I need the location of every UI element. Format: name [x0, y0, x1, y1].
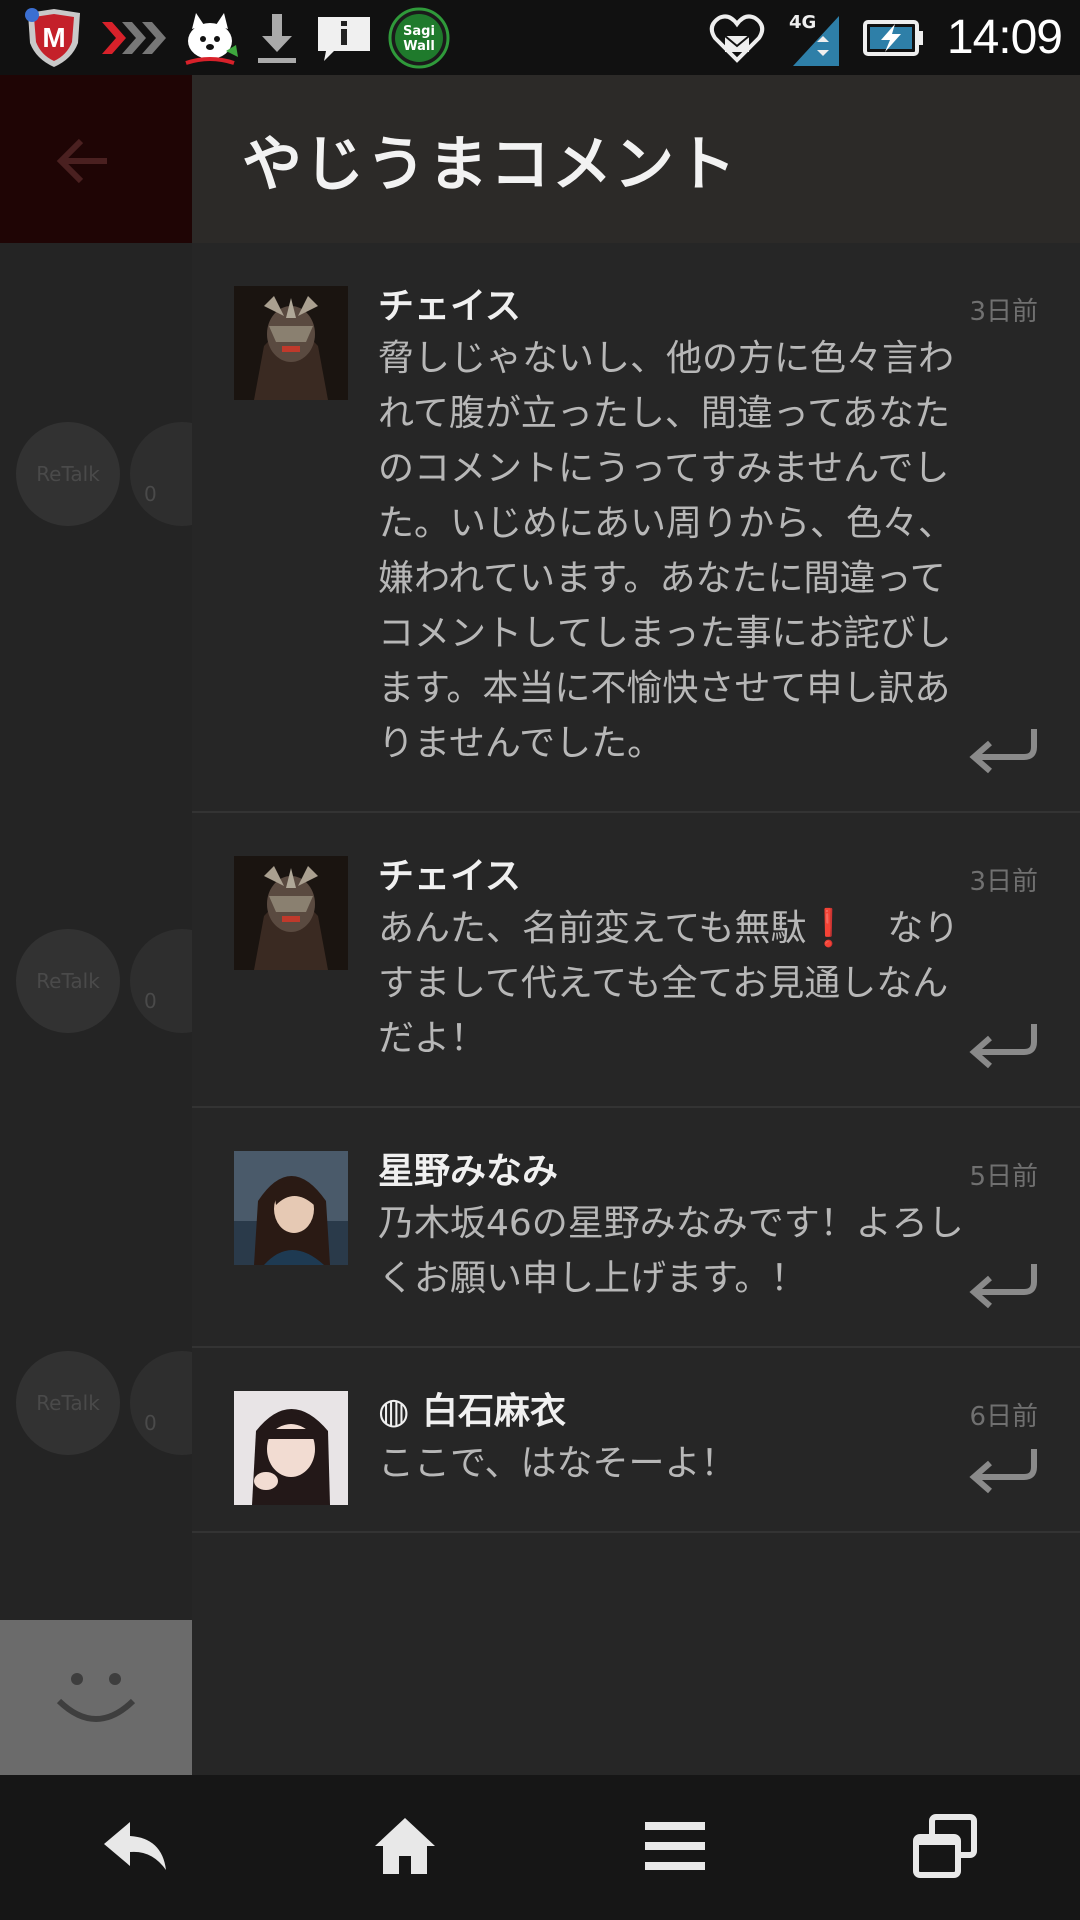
chevrons-icon: [100, 18, 166, 58]
info-notification-icon: [314, 13, 374, 63]
back-icon: [100, 1818, 170, 1878]
comment-time: 3日前: [969, 867, 1038, 897]
like-count: 0: [144, 989, 157, 1013]
avatar[interactable]: [234, 286, 348, 400]
status-bar: M Sagi Wall 4G 14:09: [0, 0, 1080, 75]
sagi-wall-icon: Sagi Wall: [388, 7, 450, 69]
comment-time: 3日前: [969, 297, 1038, 327]
comment-text: 脅しじゃないし、他の方に色々言われて腹が立ったし、間違ってあなたのコメントにうっ…: [378, 338, 955, 764]
heart-mail-icon: [709, 10, 765, 66]
nav-home-button[interactable]: [355, 1798, 455, 1898]
comment-time: 6日前: [969, 1402, 1038, 1432]
recent-apps-icon: [912, 1813, 978, 1883]
avatar[interactable]: [234, 856, 348, 970]
smiley-icon: [51, 1661, 141, 1735]
background-content: ReTalk 0 ReTalk 0 ReTalk 0: [0, 243, 192, 1693]
retalk-button[interactable]: ReTalk: [16, 1351, 120, 1455]
comment-item[interactable]: チェイス あんた、名前変えても無駄❗ なりすまして代えても全てお見通しなんだよ！…: [192, 813, 1080, 1108]
comment-item[interactable]: ◍ 白石麻衣 ここで、はなそーよ！ 6日前: [192, 1348, 1080, 1533]
comment-text: 乃木坂46の星野みなみです！よろしくお願い申し上げます。！: [378, 1203, 964, 1299]
network-label: 4G: [789, 12, 816, 33]
background-screen: ReTalk 0 ReTalk 0 ReTalk 0: [0, 75, 192, 1775]
sagi-line1: Sagi: [403, 24, 435, 39]
like-count: 0: [144, 482, 157, 506]
reply-icon[interactable]: [968, 1020, 1040, 1072]
svg-text:M: M: [42, 22, 65, 53]
nav-back-button[interactable]: [85, 1798, 185, 1898]
comment-item[interactable]: 星野みなみ 乃木坂46の星野みなみです！よろしくお願い申し上げます。！ 5日前: [192, 1108, 1080, 1348]
dog-mascot-icon: [180, 7, 240, 69]
nav-menu-button[interactable]: [625, 1798, 725, 1898]
retalk-label: ReTalk: [36, 462, 100, 486]
retalk-button[interactable]: ReTalk: [16, 929, 120, 1033]
status-clock: 14:09: [946, 11, 1063, 64]
signal-4g-icon: 4G: [787, 8, 841, 68]
avatar[interactable]: [234, 1391, 348, 1505]
like-button[interactable]: 0: [130, 929, 192, 1033]
menu-icon: [643, 1818, 707, 1878]
nav-recent-apps-button[interactable]: [895, 1798, 995, 1898]
reply-icon[interactable]: [968, 725, 1040, 777]
retalk-label: ReTalk: [36, 969, 100, 993]
sagi-line2: Wall: [403, 39, 435, 54]
battery-charging-icon: [862, 18, 925, 58]
like-count: 0: [144, 1411, 157, 1435]
comment-text: あんた、名前変えても無駄❗ なりすまして代えても全てお見通しなんだよ！: [378, 908, 960, 1059]
back-arrow-icon[interactable]: [55, 130, 111, 200]
drawer-header: やじうまコメント: [192, 75, 1080, 243]
comment-item[interactable]: チェイス 脅しじゃないし、他の方に色々言われて腹が立ったし、間違ってあなたのコメ…: [192, 243, 1080, 813]
emoji-button[interactable]: [0, 1620, 192, 1775]
navigation-bar: [0, 1775, 1080, 1920]
like-button[interactable]: 0: [130, 1351, 192, 1455]
comment-text: ここで、はなそーよ！: [378, 1443, 737, 1484]
drawer-title: やじうまコメント: [242, 129, 738, 200]
comments-drawer: やじうまコメント チェイス 脅しじゃないし、他の方に色々言われて腹が立ったし、間…: [192, 75, 1080, 1775]
download-icon: [254, 10, 300, 66]
home-icon: [373, 1814, 437, 1882]
like-button[interactable]: 0: [130, 422, 192, 526]
retalk-label: ReTalk: [36, 1391, 100, 1415]
retalk-button[interactable]: ReTalk: [16, 422, 120, 526]
background-header: [0, 75, 192, 243]
reply-icon[interactable]: [968, 1260, 1040, 1312]
reply-icon[interactable]: [968, 1445, 1040, 1497]
avatar[interactable]: [234, 1151, 348, 1265]
comment-time: 5日前: [969, 1162, 1038, 1192]
mcafee-shield-icon: M: [22, 7, 86, 69]
